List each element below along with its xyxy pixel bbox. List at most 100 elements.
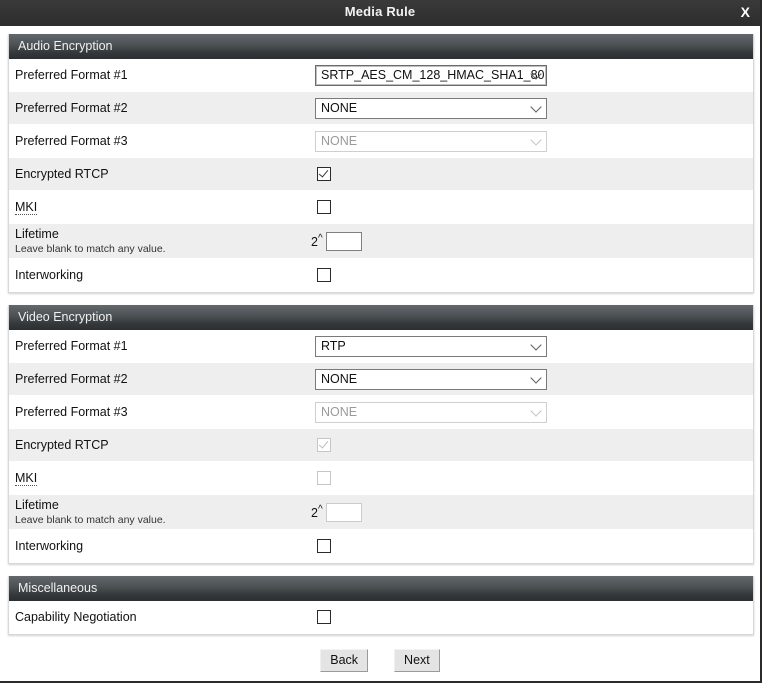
row-audio-preferred-format-3: Preferred Format #3 NONE — [9, 125, 753, 158]
row-audio-lifetime: Lifetime Leave blank to match any value. 2… — [9, 224, 753, 259]
row-video-lifetime: Lifetime Leave blank to match any value. 2… — [9, 495, 753, 530]
label-text-video-mki[interactable]: MKI — [15, 471, 38, 486]
field-capability-negotiation — [315, 610, 753, 624]
lifetime-base-video-lifetime: 2^ — [311, 504, 323, 520]
label-video-encrypted-rtcp: Encrypted RTCP — [15, 438, 315, 453]
media-rule-dialog: Media Rule X Audio Encryption Preferred F… — [0, 0, 762, 683]
label-text-video-preferred-format-3: Preferred Format #3 — [15, 404, 128, 419]
label-text-video-preferred-format-1: Preferred Format #1 — [15, 338, 128, 353]
row-video-preferred-format-3: Preferred Format #3 NONE — [9, 396, 753, 429]
label-video-preferred-format-2: Preferred Format #2 — [15, 372, 315, 387]
label-text-audio-interworking: Interworking — [15, 267, 84, 282]
field-video-preferred-format-1: RTP — [315, 335, 753, 357]
field-video-lifetime: 2^ — [311, 502, 753, 522]
row-audio-preferred-format-1: Preferred Format #1 SRTP_AES_CM_128_HMAC_… — [9, 59, 753, 92]
label-video-preferred-format-1: Preferred Format #1 — [15, 339, 315, 354]
select-audio-preferred-format-1[interactable]: SRTP_AES_CM_128_HMAC_SHA1_80 — [315, 64, 547, 86]
label-audio-lifetime: Lifetime Leave blank to match any value. — [15, 227, 315, 255]
field-video-mki — [315, 471, 753, 485]
row-audio-encrypted-rtcp: Encrypted RTCP — [9, 158, 753, 191]
chevron-down-icon — [530, 101, 542, 113]
label-video-lifetime: Lifetime Leave blank to match any value. — [15, 498, 315, 526]
label-text-audio-preferred-format-2: Preferred Format #2 — [15, 100, 128, 115]
label-text-audio-preferred-format-3: Preferred Format #3 — [15, 133, 128, 148]
dialog-content: Audio Encryption Preferred Format #1 SRTP_… — [0, 26, 760, 672]
select-video-preferred-format-1[interactable]: RTP — [315, 335, 547, 357]
sublabel-video-lifetime: Leave blank to match any value. — [15, 514, 166, 526]
row-video-preferred-format-1: Preferred Format #1 RTP — [9, 330, 753, 363]
select-value-video-preferred-format-1: RTP — [321, 339, 346, 353]
row-audio-mki: MKI — [9, 191, 753, 224]
checkbox-video-encrypted-rtcp — [317, 438, 331, 452]
field-audio-mki — [315, 200, 753, 214]
lifetime-exponent-symbol: ^ — [317, 232, 323, 244]
back-button[interactable]: Back — [320, 649, 369, 672]
chevron-down-icon — [530, 372, 542, 384]
select-video-preferred-format-3: NONE — [315, 401, 547, 423]
panel-miscellaneous: Miscellaneous Capability Negotiation — [8, 576, 754, 635]
label-audio-interworking: Interworking — [15, 268, 315, 283]
titlebar: Media Rule X — [0, 0, 760, 26]
label-text-video-preferred-format-2: Preferred Format #2 — [15, 371, 128, 386]
panel-video-encryption: Video Encryption Preferred Format #1 RTP Pr… — [8, 305, 754, 564]
lifetime-exponent-symbol: ^ — [317, 503, 323, 515]
page-title: Media Rule — [344, 4, 416, 19]
select-video-preferred-format-2[interactable]: NONE — [315, 368, 547, 390]
label-text-video-lifetime: Lifetime — [15, 498, 59, 512]
field-audio-lifetime: 2^ — [311, 231, 753, 251]
select-value-audio-preferred-format-1: SRTP_AES_CM_128_HMAC_SHA1_80 — [321, 68, 545, 82]
select-value-video-preferred-format-2: NONE — [321, 372, 358, 386]
checkbox-audio-encrypted-rtcp[interactable] — [317, 167, 331, 181]
checkbox-audio-mki[interactable] — [317, 200, 331, 214]
label-audio-preferred-format-3: Preferred Format #3 — [15, 134, 315, 149]
row-video-interworking: Interworking — [9, 530, 753, 563]
lifetime-base-audio-lifetime: 2^ — [311, 233, 323, 249]
next-button[interactable]: Next — [394, 649, 440, 672]
chevron-down-icon — [530, 405, 542, 417]
input-audio-lifetime[interactable] — [325, 231, 362, 251]
label-text-capability-negotiation: Capability Negotiation — [15, 609, 137, 624]
field-audio-encrypted-rtcp — [315, 167, 753, 181]
sublabel-audio-lifetime: Leave blank to match any value. — [15, 243, 166, 255]
field-video-encrypted-rtcp — [315, 438, 753, 452]
label-text-video-encrypted-rtcp: Encrypted RTCP — [15, 437, 109, 452]
row-video-preferred-format-2: Preferred Format #2 NONE — [9, 363, 753, 396]
section-header-miscellaneous: Miscellaneous — [9, 576, 753, 601]
label-audio-mki: MKI — [15, 200, 315, 215]
label-audio-preferred-format-2: Preferred Format #2 — [15, 101, 315, 116]
select-value-audio-preferred-format-2: NONE — [321, 101, 358, 115]
check-icon — [318, 438, 329, 449]
label-text-audio-mki[interactable]: MKI — [15, 200, 38, 215]
label-video-preferred-format-3: Preferred Format #3 — [15, 405, 315, 420]
label-audio-encrypted-rtcp: Encrypted RTCP — [15, 167, 315, 182]
select-audio-preferred-format-2[interactable]: NONE — [315, 97, 547, 119]
row-video-encrypted-rtcp: Encrypted RTCP — [9, 429, 753, 462]
field-video-preferred-format-3: NONE — [315, 401, 753, 423]
label-capability-negotiation: Capability Negotiation — [15, 610, 315, 625]
row-audio-preferred-format-2: Preferred Format #2 NONE — [9, 92, 753, 125]
row-video-mki: MKI — [9, 462, 753, 495]
field-video-preferred-format-2: NONE — [315, 368, 753, 390]
label-audio-preferred-format-1: Preferred Format #1 — [15, 68, 315, 83]
label-text-audio-encrypted-rtcp: Encrypted RTCP — [15, 166, 109, 181]
row-capability-negotiation: Capability Negotiation — [9, 601, 753, 634]
chevron-down-icon — [530, 134, 542, 146]
select-audio-preferred-format-3: NONE — [315, 130, 547, 152]
field-video-interworking — [315, 539, 753, 553]
checkbox-video-interworking[interactable] — [317, 539, 331, 553]
label-video-mki: MKI — [15, 471, 315, 486]
footer-buttons: Back Next — [8, 649, 752, 672]
field-audio-preferred-format-3: NONE — [315, 130, 753, 152]
input-video-lifetime — [325, 502, 362, 522]
check-icon — [318, 167, 329, 178]
checkbox-audio-interworking[interactable] — [317, 268, 331, 282]
checkbox-capability-negotiation[interactable] — [317, 610, 331, 624]
close-icon[interactable]: X — [739, 3, 752, 21]
label-text-audio-preferred-format-1: Preferred Format #1 — [15, 67, 128, 82]
field-audio-preferred-format-1: SRTP_AES_CM_128_HMAC_SHA1_80 — [315, 64, 753, 86]
label-text-audio-lifetime: Lifetime — [15, 227, 59, 241]
panel-audio-encryption: Audio Encryption Preferred Format #1 SRTP_… — [8, 34, 754, 293]
chevron-down-icon — [530, 339, 542, 351]
select-value-video-preferred-format-3: NONE — [321, 405, 358, 419]
field-audio-interworking — [315, 268, 753, 282]
